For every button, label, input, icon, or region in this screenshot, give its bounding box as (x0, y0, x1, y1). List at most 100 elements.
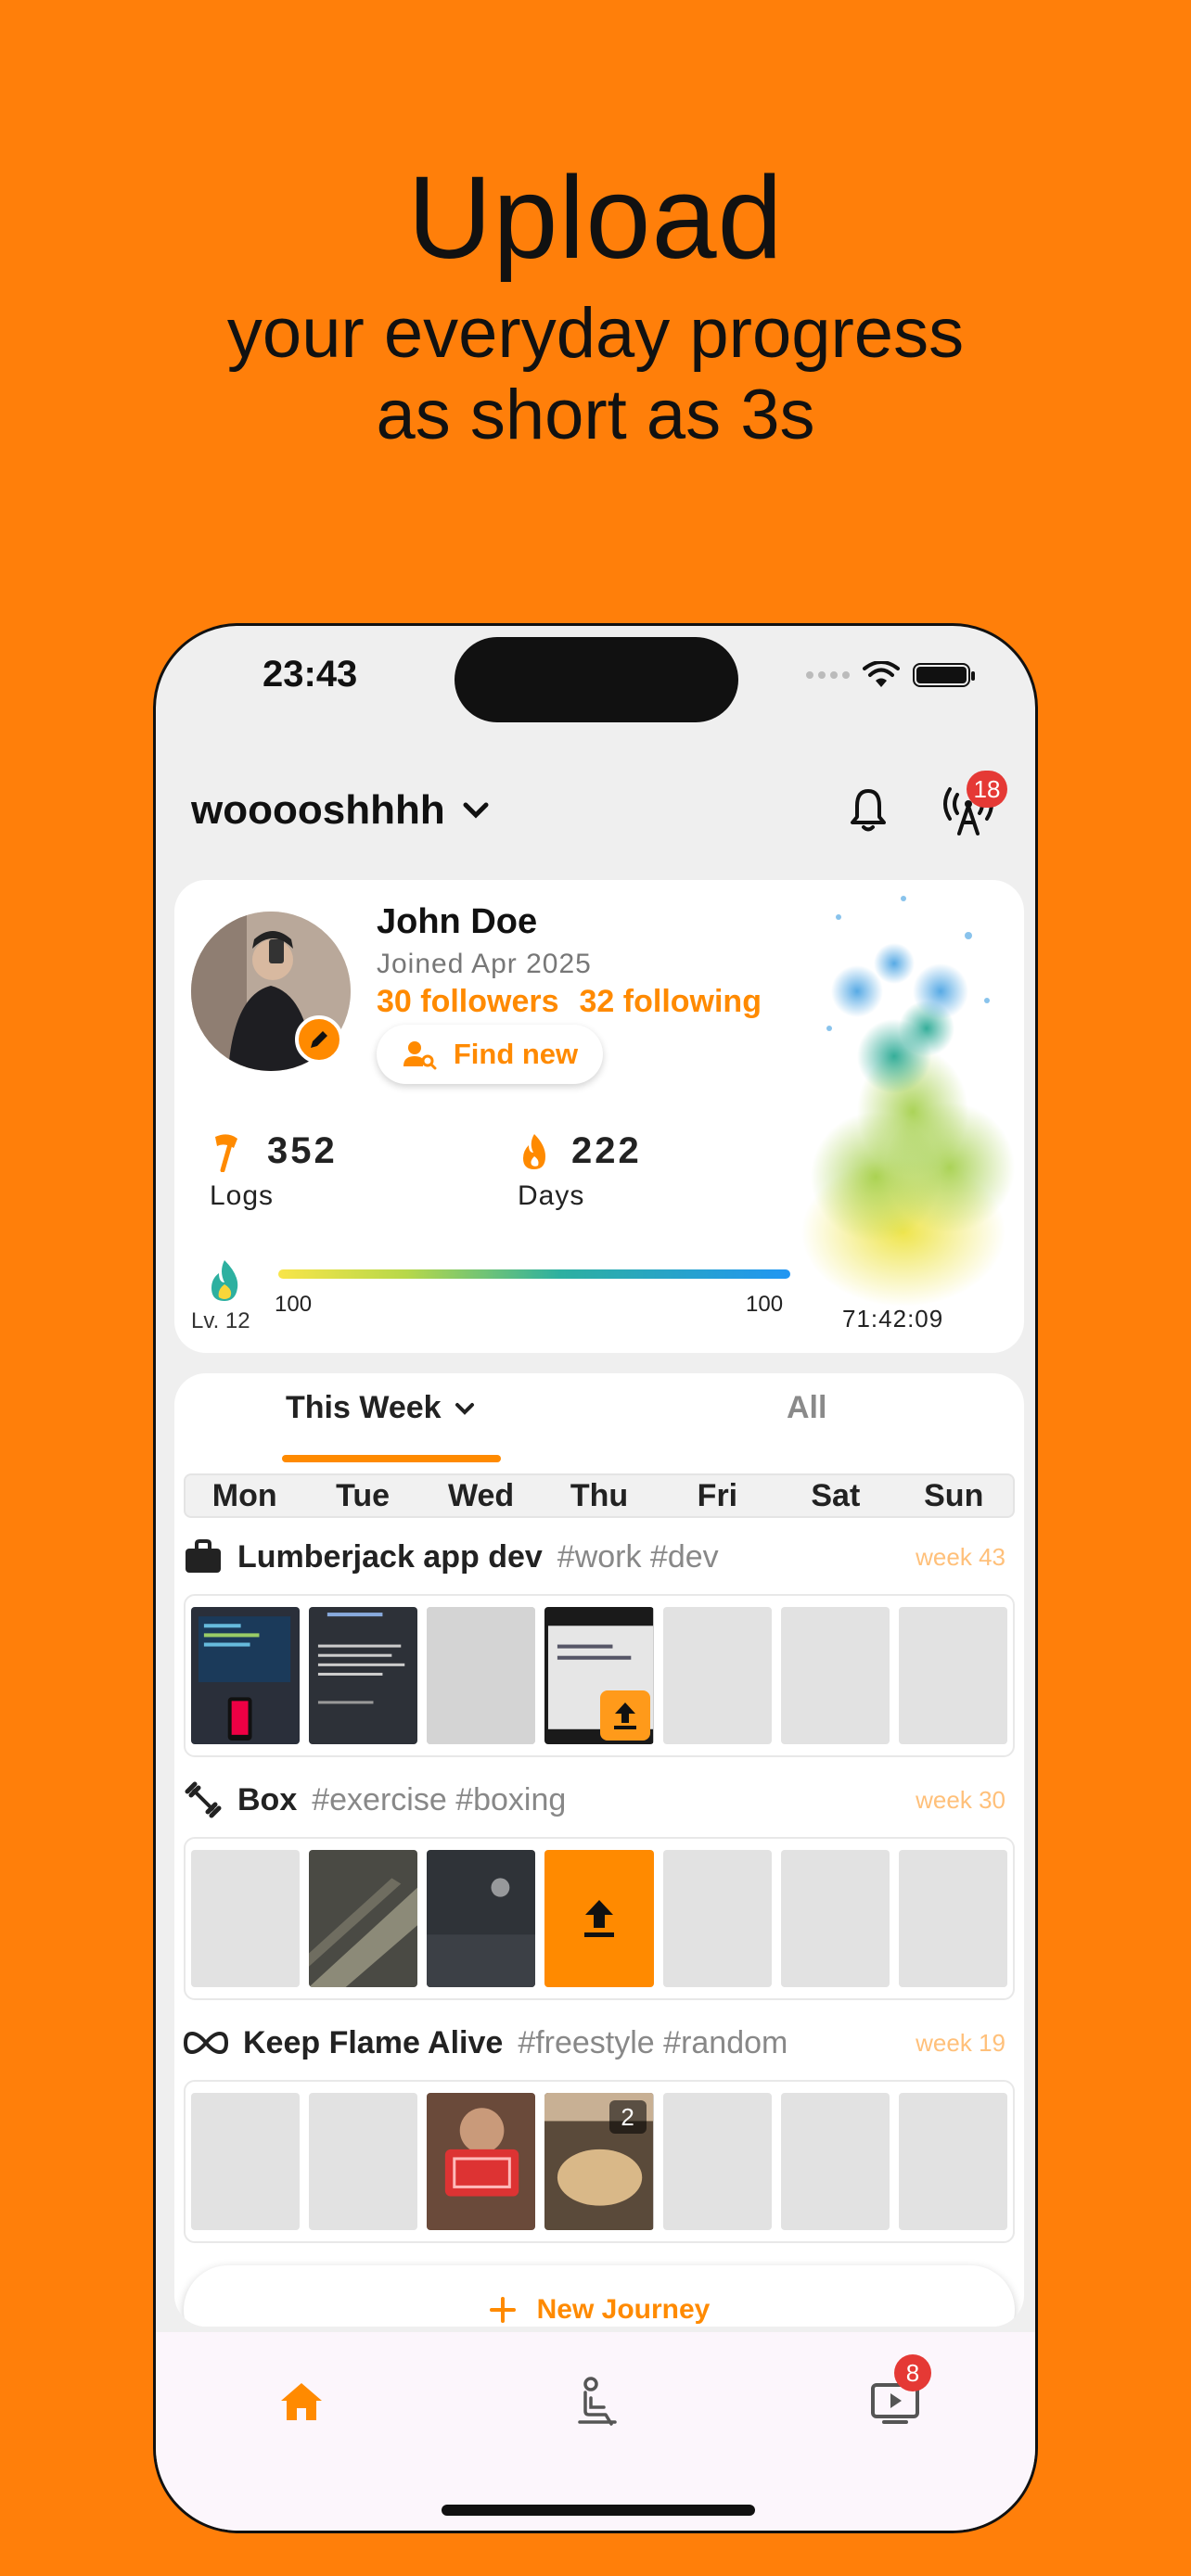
log-thumbnail[interactable] (191, 1607, 301, 1744)
log-thumbnail[interactable] (427, 1607, 536, 1744)
new-journey-button[interactable]: New Journey (184, 2265, 1015, 2327)
logs-label: Logs (210, 1180, 275, 1211)
journey-lumberjack: Lumberjack app dev #work #dev week 43 (184, 1529, 1015, 1757)
signal-icon (806, 671, 850, 679)
logs-stat: 352 (210, 1130, 338, 1172)
bottom-nav: 8 (156, 2332, 1035, 2531)
chevron-down-icon (455, 1402, 474, 1415)
hero: Upload your everyday progress as short a… (0, 148, 1191, 456)
dynamic-island (455, 637, 738, 722)
upload-icon (613, 1702, 636, 1729)
journey-keep-flame-alive: Keep Flame Alive #freestyle #random week… (184, 2015, 1015, 2243)
journey-name: Keep Flame Alive (243, 2024, 504, 2060)
log-thumbnail[interactable] (309, 1607, 418, 1744)
bell-icon (851, 789, 886, 832)
find-new-label: Find new (453, 1038, 579, 1070)
hero-subtitle: your everyday progress as short as 3s (0, 293, 1191, 456)
journey-week: week 30 (916, 1785, 1005, 1814)
flame-particles (801, 896, 1015, 1307)
upload-button[interactable] (599, 1690, 650, 1741)
weekday-sat: Sat (811, 1478, 861, 1513)
empty-day-slot (780, 1607, 890, 1744)
tab-this-week[interactable]: This Week (286, 1390, 475, 1426)
profile-joined: Joined Apr 2025 (377, 949, 592, 979)
notifications-button[interactable] (840, 782, 896, 837)
flame-icon (523, 1133, 545, 1169)
journey-name: Lumberjack app dev (237, 1538, 543, 1575)
edit-avatar-button[interactable] (295, 1015, 343, 1064)
days-stat: 222 (518, 1130, 642, 1172)
log-count-badge: 2 (608, 2100, 647, 2134)
profile-name: John Doe (377, 902, 538, 941)
journey-header[interactable]: Keep Flame Alive #freestyle #random week… (184, 2015, 1015, 2071)
weekday-sun: Sun (924, 1478, 984, 1513)
journey-week: week 43 (916, 1542, 1005, 1571)
journey-week-grid (184, 1594, 1015, 1757)
xp-progress-bar (278, 1269, 790, 1279)
log-thumbnail[interactable] (427, 2093, 536, 2230)
journey-header[interactable]: Box #exercise #boxing week 30 (184, 1772, 1015, 1828)
weekday-mon: Mon (211, 1478, 277, 1513)
plus-icon (489, 2297, 516, 2323)
status-icons (806, 661, 975, 689)
hero-subtitle-line2: as short as 3s (376, 376, 815, 454)
new-journey-label: New Journey (536, 2294, 711, 2325)
profile-card: John Doe Joined Apr 2025 30 followers 32… (174, 880, 1024, 1353)
journey-week-grid (184, 1837, 1015, 2000)
journey-name: Box (237, 1781, 298, 1817)
empty-day-slot (780, 1850, 890, 1987)
empty-day-slot (191, 2093, 301, 2230)
empty-day-slot (780, 2093, 890, 2230)
level-label: Lv. 12 (191, 1308, 250, 1333)
empty-day-slot (898, 1607, 1007, 1744)
weekday-header: Mon Tue Wed Thu Fri Sat Sun (184, 1473, 1015, 1518)
journey-week-grid: 2 (184, 2080, 1015, 2243)
tab-all[interactable]: All (787, 1390, 826, 1426)
status-time: 23:43 (263, 654, 358, 695)
person-search-icon (403, 1041, 437, 1070)
days-label: Days (518, 1180, 585, 1211)
days-value: 222 (571, 1130, 642, 1171)
following-link[interactable]: 32 following (580, 984, 762, 1020)
seat-icon (578, 2377, 617, 2426)
weekday-tue: Tue (336, 1478, 391, 1513)
axe-icon (215, 1133, 237, 1172)
nav-inbox[interactable]: 8 (863, 2354, 931, 2434)
empty-day-slot (662, 1850, 772, 1987)
chevron-down-icon (463, 802, 489, 819)
journey-header[interactable]: Lumberjack app dev #work #dev week 43 (184, 1529, 1015, 1585)
infinity-icon (184, 2031, 228, 2055)
journeys-card: This Week All Mon Tue Wed Thu Fri Sat Su… (174, 1373, 1024, 2327)
broadcast-button[interactable]: 18 (941, 771, 1007, 837)
empty-day-slot (898, 2093, 1007, 2230)
account-switcher[interactable]: wooooshhhh (191, 787, 490, 834)
log-thumbnail[interactable] (544, 1607, 654, 1744)
weekday-thu: Thu (570, 1478, 629, 1513)
journey-week: week 19 (916, 2028, 1005, 2057)
tab-indicator (282, 1455, 501, 1462)
nav-home[interactable] (269, 2369, 334, 2434)
app-header: wooooshhhh 18 (191, 771, 1007, 848)
broadcast-badge: 18 (967, 771, 1007, 808)
weekday-fri: Fri (697, 1478, 738, 1513)
upload-today-button[interactable] (544, 1850, 654, 1987)
log-thumbnail[interactable]: 2 (544, 2093, 654, 2230)
follow-counts: 30 followers 32 following (377, 984, 762, 1020)
nav-seat[interactable] (566, 2369, 631, 2434)
logs-value: 352 (267, 1130, 338, 1171)
tab-this-week-label: This Week (286, 1390, 442, 1425)
pencil-icon (311, 1031, 327, 1048)
log-thumbnail[interactable] (309, 1850, 418, 1987)
log-thumbnail[interactable] (427, 1850, 536, 1987)
empty-day-slot (191, 1850, 301, 1987)
username: wooooshhhh (191, 787, 445, 833)
battery-icon (913, 663, 975, 687)
journey-box: Box #exercise #boxing week 30 (184, 1772, 1015, 2000)
home-icon (281, 2383, 322, 2420)
hero-subtitle-line1: your everyday progress (226, 294, 965, 373)
wifi-icon (863, 661, 900, 687)
followers-link[interactable]: 30 followers (377, 984, 559, 1020)
briefcase-icon (186, 1539, 221, 1573)
find-new-button[interactable]: Find new (377, 1025, 603, 1084)
empty-day-slot (309, 2093, 418, 2230)
